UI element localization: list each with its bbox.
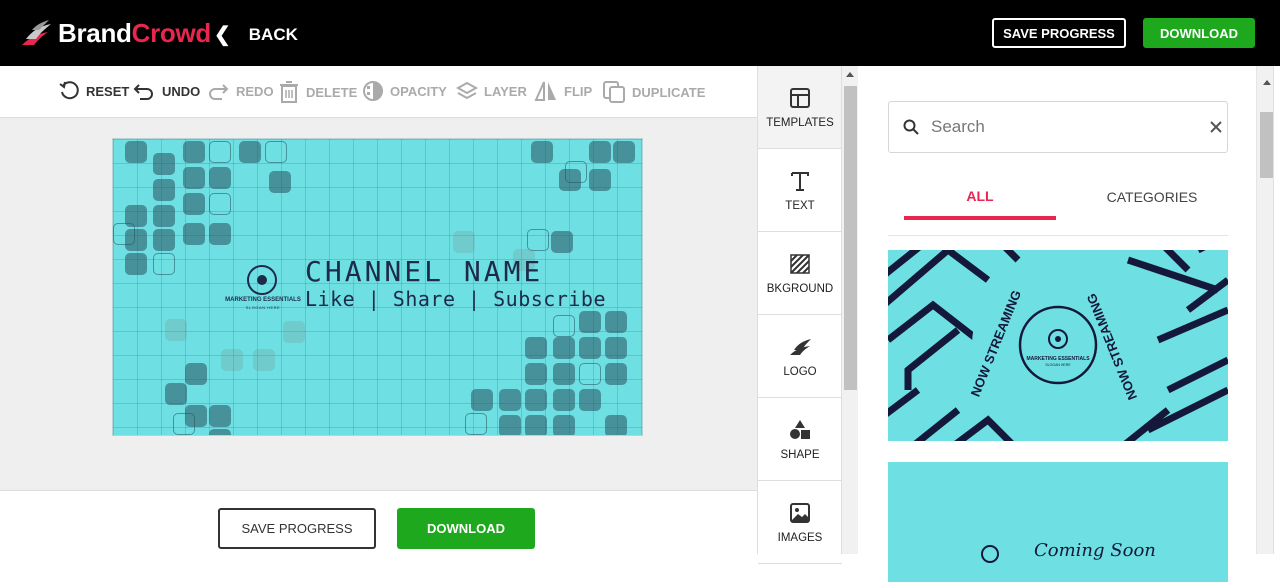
bottom-action-bar: SAVE PROGRESS DOWNLOAD bbox=[0, 490, 757, 554]
redo-label: REDO bbox=[236, 83, 274, 99]
logo-icon bbox=[788, 334, 812, 360]
brandcrowd-logo-icon bbox=[22, 19, 51, 45]
canvas-badge-slogan: SLOGAN HERE bbox=[245, 305, 281, 310]
templates-icon bbox=[789, 85, 811, 111]
editor-area: RESET UNDO REDO DELETE OPACITY LAYER FLI… bbox=[0, 66, 757, 554]
tagline-text[interactable]: Like | Share | Subscribe bbox=[305, 287, 606, 311]
tab-all[interactable]: ALL bbox=[904, 176, 1056, 220]
tab-background[interactable]: BKGROUND bbox=[758, 232, 842, 315]
tab-templates[interactable]: TEMPLATES bbox=[758, 66, 842, 149]
reset-label: RESET bbox=[86, 83, 130, 99]
templates-panel: ALL CATEGORIES MARKETING ESSENTIALS SLOG… bbox=[858, 66, 1256, 582]
template-2-artwork: Coming Soon bbox=[981, 540, 1156, 563]
tab-categories[interactable]: CATEGORIES bbox=[1076, 176, 1228, 218]
panel-tabs: ALL CATEGORIES bbox=[888, 176, 1228, 236]
template-1-badge-slogan: SLOGAN HERE bbox=[1045, 363, 1071, 367]
side-tabs: TEMPLATES TEXT BKGROUND LOGO SHAPE IMAGE… bbox=[757, 66, 842, 564]
panel-scrollbar-thumb[interactable] bbox=[1260, 112, 1274, 178]
brandcrowd-logo[interactable]: BrandCrowd bbox=[18, 18, 211, 49]
undo-icon bbox=[133, 84, 153, 100]
images-icon bbox=[789, 500, 811, 526]
template-thumbnail-2[interactable]: Coming Soon bbox=[888, 462, 1228, 582]
chevron-left-icon: ❮ bbox=[214, 24, 231, 46]
redo-icon bbox=[209, 84, 229, 100]
tab-text[interactable]: TEXT bbox=[758, 149, 842, 232]
duplicate-button[interactable]: DUPLICATE bbox=[602, 80, 705, 104]
tab-shape[interactable]: SHAPE bbox=[758, 398, 842, 481]
save-progress-button-top[interactable]: SAVE PROGRESS bbox=[992, 18, 1126, 48]
search-input[interactable] bbox=[931, 117, 1171, 137]
background-icon bbox=[789, 251, 811, 277]
panel-scrollbar[interactable] bbox=[1256, 66, 1280, 554]
search-box bbox=[888, 101, 1228, 153]
tab-templates-label: TEMPLATES bbox=[766, 117, 834, 129]
scroll-up-arrow-icon[interactable] bbox=[846, 72, 854, 77]
opacity-button[interactable]: OPACITY bbox=[362, 80, 447, 102]
back-button[interactable]: ❮ BACK bbox=[214, 22, 298, 47]
download-button-top[interactable]: DOWNLOAD bbox=[1143, 18, 1255, 48]
canvas-badge-title: MARKETING ESSENTIALS bbox=[225, 297, 301, 303]
channel-name-text[interactable]: CHANNEL NAME bbox=[305, 255, 543, 288]
opacity-label: OPACITY bbox=[390, 83, 447, 99]
download-button-bottom[interactable]: DOWNLOAD bbox=[397, 508, 535, 549]
text-icon bbox=[789, 168, 811, 194]
edit-toolbar: RESET UNDO REDO DELETE OPACITY LAYER FLI… bbox=[0, 66, 757, 118]
template-thumbnail-1[interactable]: MARKETING ESSENTIALS SLOGAN HERE NOW STR… bbox=[888, 250, 1228, 441]
canvas-logo-badge bbox=[247, 265, 277, 295]
flip-icon bbox=[534, 81, 556, 101]
tab-background-label: BKGROUND bbox=[766, 283, 834, 295]
undo-button[interactable]: UNDO bbox=[132, 80, 200, 102]
search-icon bbox=[903, 119, 919, 135]
panel-scroll-up-arrow-icon[interactable] bbox=[1263, 80, 1271, 85]
opacity-icon bbox=[363, 81, 383, 101]
page-scrollbar-track bbox=[1273, 66, 1280, 554]
layer-label: LAYER bbox=[484, 83, 527, 99]
side-tabs-scrollbar[interactable] bbox=[841, 66, 858, 554]
delete-button[interactable]: DELETE bbox=[278, 80, 357, 104]
tab-text-label: TEXT bbox=[785, 200, 815, 212]
save-progress-button-bottom[interactable]: SAVE PROGRESS bbox=[218, 508, 376, 549]
tab-images-label: IMAGES bbox=[777, 532, 823, 544]
duplicate-label: DUPLICATE bbox=[632, 84, 706, 100]
brand-name: BrandCrowd bbox=[58, 18, 212, 48]
top-bar: BrandCrowd ❮ BACK SAVE PROGRESS DOWNLOAD bbox=[0, 0, 1280, 66]
reset-button[interactable]: RESET bbox=[58, 80, 129, 102]
template-2-text: Coming Soon bbox=[1034, 540, 1156, 561]
tab-logo-label: LOGO bbox=[783, 366, 817, 378]
tab-shape-label: SHAPE bbox=[780, 449, 820, 461]
duplicate-icon bbox=[603, 81, 625, 103]
undo-label: UNDO bbox=[162, 83, 201, 99]
redo-button[interactable]: REDO bbox=[206, 80, 274, 102]
flip-label: FLIP bbox=[564, 83, 593, 99]
design-canvas[interactable]: MARKETING ESSENTIALS SLOGAN HERE CHANNEL… bbox=[112, 138, 643, 436]
tab-images[interactable]: IMAGES bbox=[758, 481, 842, 564]
tab-logo[interactable]: LOGO bbox=[758, 315, 842, 398]
scrollbar-thumb[interactable] bbox=[844, 86, 857, 390]
template-1-artwork: MARKETING ESSENTIALS SLOGAN HERE NOW STR… bbox=[888, 250, 1228, 441]
layer-button[interactable]: LAYER bbox=[456, 80, 527, 102]
template-1-badge-title: MARKETING ESSENTIALS bbox=[1026, 356, 1090, 362]
layers-icon bbox=[456, 81, 478, 100]
delete-label: DELETE bbox=[306, 84, 358, 100]
trash-icon bbox=[280, 81, 298, 103]
shape-icon bbox=[789, 417, 811, 443]
reset-icon bbox=[59, 81, 79, 100]
close-icon[interactable] bbox=[1209, 120, 1223, 134]
flip-button[interactable]: FLIP bbox=[534, 80, 592, 102]
back-label: BACK bbox=[248, 24, 298, 44]
